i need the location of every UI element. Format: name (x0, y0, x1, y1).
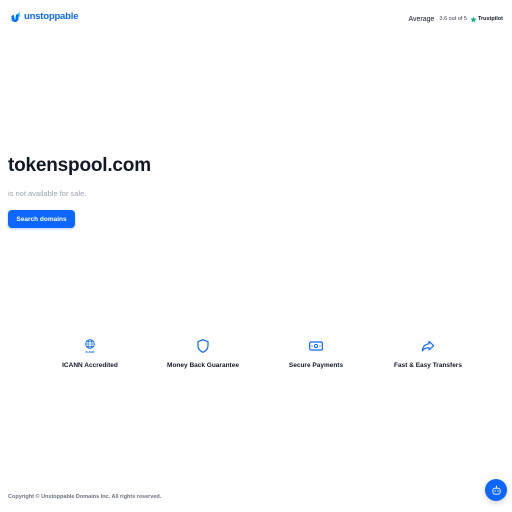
search-domains-button[interactable]: Search domains (8, 210, 75, 228)
feature-icann-accredited: ICANN ICANN Accredited (25, 338, 155, 369)
forward-arrow-icon (421, 340, 435, 352)
copyright-text: Copyright © Unstoppable Domains Inc. All… (8, 494, 162, 500)
domain-name-title: tokenspool.com (8, 155, 151, 176)
feature-label: Money Back Guarantee (167, 362, 239, 369)
feature-label: Fast & Easy Transfers (394, 362, 462, 369)
icann-globe-icon: ICANN (85, 339, 95, 354)
trustpilot-star-icon (470, 15, 477, 22)
feature-money-back-guarantee: Money Back Guarantee (138, 338, 268, 369)
payment-icon (309, 341, 323, 351)
availability-status: is not available for sale. (8, 189, 87, 198)
trustpilot-rating[interactable]: Average 3.6 out of 5 Trustpilot (408, 13, 503, 25)
chat-bot-icon (491, 485, 501, 495)
logo-text: unstoppable (24, 11, 79, 23)
feature-secure-payments: Secure Payments (251, 338, 381, 369)
rating-average-label: Average (408, 15, 435, 23)
chat-support-button[interactable] (485, 479, 507, 501)
rating-score: 3.6 out of 5 (439, 16, 467, 22)
feature-label: ICANN Accredited (62, 362, 118, 369)
icann-icon-caption: ICANN (86, 350, 95, 354)
unstoppable-logo-icon (10, 11, 20, 22)
feature-label: Secure Payments (288, 362, 344, 369)
unstoppable-logo[interactable]: unstoppable (9, 10, 78, 24)
trustpilot-name: Trustpilot (477, 16, 503, 22)
shield-icon (197, 339, 209, 353)
feature-fast-easy-transfers: Fast & Easy Transfers (363, 338, 493, 369)
page: unstoppable Average 3.6 out of 5 Trustpi… (0, 0, 512, 512)
